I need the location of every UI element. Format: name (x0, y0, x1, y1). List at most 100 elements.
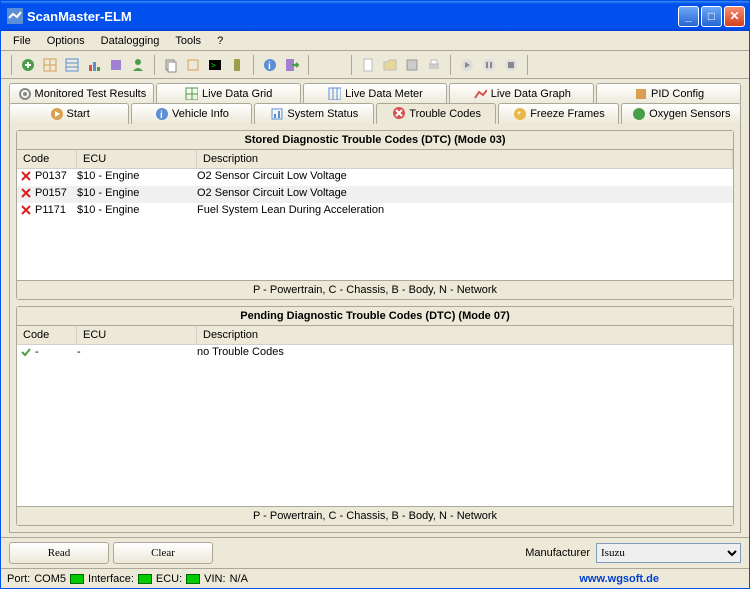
svg-text:>: > (211, 61, 216, 70)
svg-text:i: i (160, 110, 163, 120)
tool-copy-icon[interactable] (161, 55, 181, 75)
manufacturer-select[interactable]: Isuzu (596, 543, 741, 563)
tool-terminal-icon[interactable]: > (205, 55, 225, 75)
app-window: ScanMaster-ELM _ □ ✕ File Options Datalo… (0, 0, 750, 589)
app-title: ScanMaster-ELM (27, 9, 132, 24)
check-icon (17, 346, 35, 361)
table-row[interactable]: P0157$10 - EngineO2 Sensor Circuit Low V… (17, 186, 733, 203)
pending-dtc-title: Pending Diagnostic Trouble Codes (DTC) (… (17, 307, 733, 326)
dtc-ecu: $10 - Engine (77, 204, 197, 219)
tab-monitored-test-results[interactable]: Monitored Test Results (9, 83, 154, 104)
tool-exit-icon[interactable] (282, 55, 302, 75)
col-code[interactable]: Code (17, 326, 77, 344)
tab-live-data-meter[interactable]: Live Data Meter (303, 83, 448, 104)
tool-pause-icon[interactable] (479, 55, 499, 75)
tab-live-data-grid[interactable]: Live Data Grid (156, 83, 301, 104)
tab-live-data-graph[interactable]: Live Data Graph (449, 83, 594, 104)
tool-table-icon[interactable] (62, 55, 82, 75)
menu-datalogging[interactable]: Datalogging (93, 33, 168, 49)
tab-pid-config[interactable]: PID Config (596, 83, 741, 104)
o2-icon (631, 106, 645, 123)
tool-info-icon[interactable]: i (260, 55, 280, 75)
statusbar: Port: COM5 Interface: ECU: VIN: N/A www.… (1, 568, 749, 588)
port-led-icon (70, 574, 84, 584)
col-description[interactable]: Description (197, 150, 733, 168)
tool-stop-icon[interactable] (501, 55, 521, 75)
tabs-container: Monitored Test ResultsLive Data GridLive… (1, 79, 749, 124)
vin-label: VIN: (204, 573, 225, 585)
tab-oxygen-sensors[interactable]: Oxygen Sensors (621, 103, 741, 124)
pending-columns: Code ECU Description (17, 326, 733, 345)
pid-icon (633, 86, 647, 103)
tool-play-icon[interactable] (457, 55, 477, 75)
tool-user-icon[interactable] (128, 55, 148, 75)
port-label: Port: (7, 573, 30, 585)
stored-columns: Code ECU Description (17, 150, 733, 169)
dtc-code: P0157 (35, 187, 77, 202)
error-icon (17, 204, 35, 219)
website-link[interactable]: www.wgsoft.de (579, 573, 659, 585)
dtc-description: O2 Sensor Circuit Low Voltage (197, 187, 733, 202)
dtc-code: P0137 (35, 170, 77, 185)
titlebar: ScanMaster-ELM _ □ ✕ (1, 1, 749, 31)
dtc-code: P1171 (35, 204, 77, 219)
menu-tools[interactable]: Tools (167, 33, 209, 49)
tool-grid-icon[interactable] (40, 55, 60, 75)
error-icon (17, 170, 35, 185)
pending-footer: P - Powertrain, C - Chassis, B - Body, N… (17, 506, 733, 525)
tab-start[interactable]: Start (9, 103, 129, 124)
dtc-code: - (35, 346, 77, 361)
tab-freeze-frames[interactable]: *Freeze Frames (498, 103, 618, 124)
tool-save-icon[interactable] (402, 55, 422, 75)
interface-label: Interface: (88, 573, 134, 585)
tabs-row-1: Monitored Test ResultsLive Data GridLive… (9, 83, 741, 104)
tab-vehicle-info[interactable]: iVehicle Info (131, 103, 251, 124)
menu-file[interactable]: File (5, 33, 39, 49)
content-area: Stored Diagnostic Trouble Codes (DTC) (M… (9, 124, 741, 533)
ecu-label: ECU: (156, 573, 182, 585)
svg-text:*: * (517, 110, 521, 120)
col-code[interactable]: Code (17, 150, 77, 168)
clear-button[interactable]: Clear (113, 542, 213, 564)
col-ecu[interactable]: ECU (77, 150, 197, 168)
stored-dtc-title: Stored Diagnostic Trouble Codes (DTC) (M… (17, 131, 733, 150)
tool-device-icon[interactable] (227, 55, 247, 75)
tool-connect-icon[interactable] (18, 55, 38, 75)
tool-log-icon[interactable] (183, 55, 203, 75)
menu-help[interactable]: ? (209, 33, 231, 49)
col-ecu[interactable]: ECU (77, 326, 197, 344)
tool-new-icon[interactable] (358, 55, 378, 75)
tool-open-icon[interactable] (380, 55, 400, 75)
start-icon (49, 106, 63, 123)
vin-value: N/A (230, 573, 248, 585)
table-row[interactable]: P1171$10 - EngineFuel System Lean During… (17, 203, 733, 220)
stored-rows: P0137$10 - EngineO2 Sensor Circuit Low V… (17, 169, 733, 280)
dtc-description: Fuel System Lean During Acceleration (197, 204, 733, 219)
close-button[interactable]: ✕ (724, 6, 745, 27)
bottom-bar: Read Clear Manufacturer Isuzu (1, 537, 749, 568)
table-row[interactable]: P0137$10 - EngineO2 Sensor Circuit Low V… (17, 169, 733, 186)
tool-print-icon[interactable] (424, 55, 444, 75)
toolbar: > i (1, 51, 749, 79)
dtc-ecu: $10 - Engine (77, 170, 197, 185)
read-button[interactable]: Read (9, 542, 109, 564)
maximize-button[interactable]: □ (701, 6, 722, 27)
tab-system-status[interactable]: System Status (254, 103, 374, 124)
menu-options[interactable]: Options (39, 33, 93, 49)
gear-icon (17, 86, 31, 103)
tab-trouble-codes[interactable]: Trouble Codes (376, 103, 496, 124)
manufacturer-label: Manufacturer (525, 547, 590, 559)
tool-config-icon[interactable] (106, 55, 126, 75)
status-icon (269, 106, 283, 123)
error-icon (391, 105, 405, 122)
dtc-description: no Trouble Codes (197, 346, 733, 361)
minimize-button[interactable]: _ (678, 6, 699, 27)
dtc-ecu: - (77, 346, 197, 361)
grid-green-icon (184, 86, 198, 103)
table-row[interactable]: --no Trouble Codes (17, 345, 733, 362)
error-icon (17, 187, 35, 202)
tool-chart-icon[interactable] (84, 55, 104, 75)
app-icon (7, 8, 23, 24)
col-description[interactable]: Description (197, 326, 733, 344)
manufacturer-group: Manufacturer Isuzu (525, 543, 741, 563)
